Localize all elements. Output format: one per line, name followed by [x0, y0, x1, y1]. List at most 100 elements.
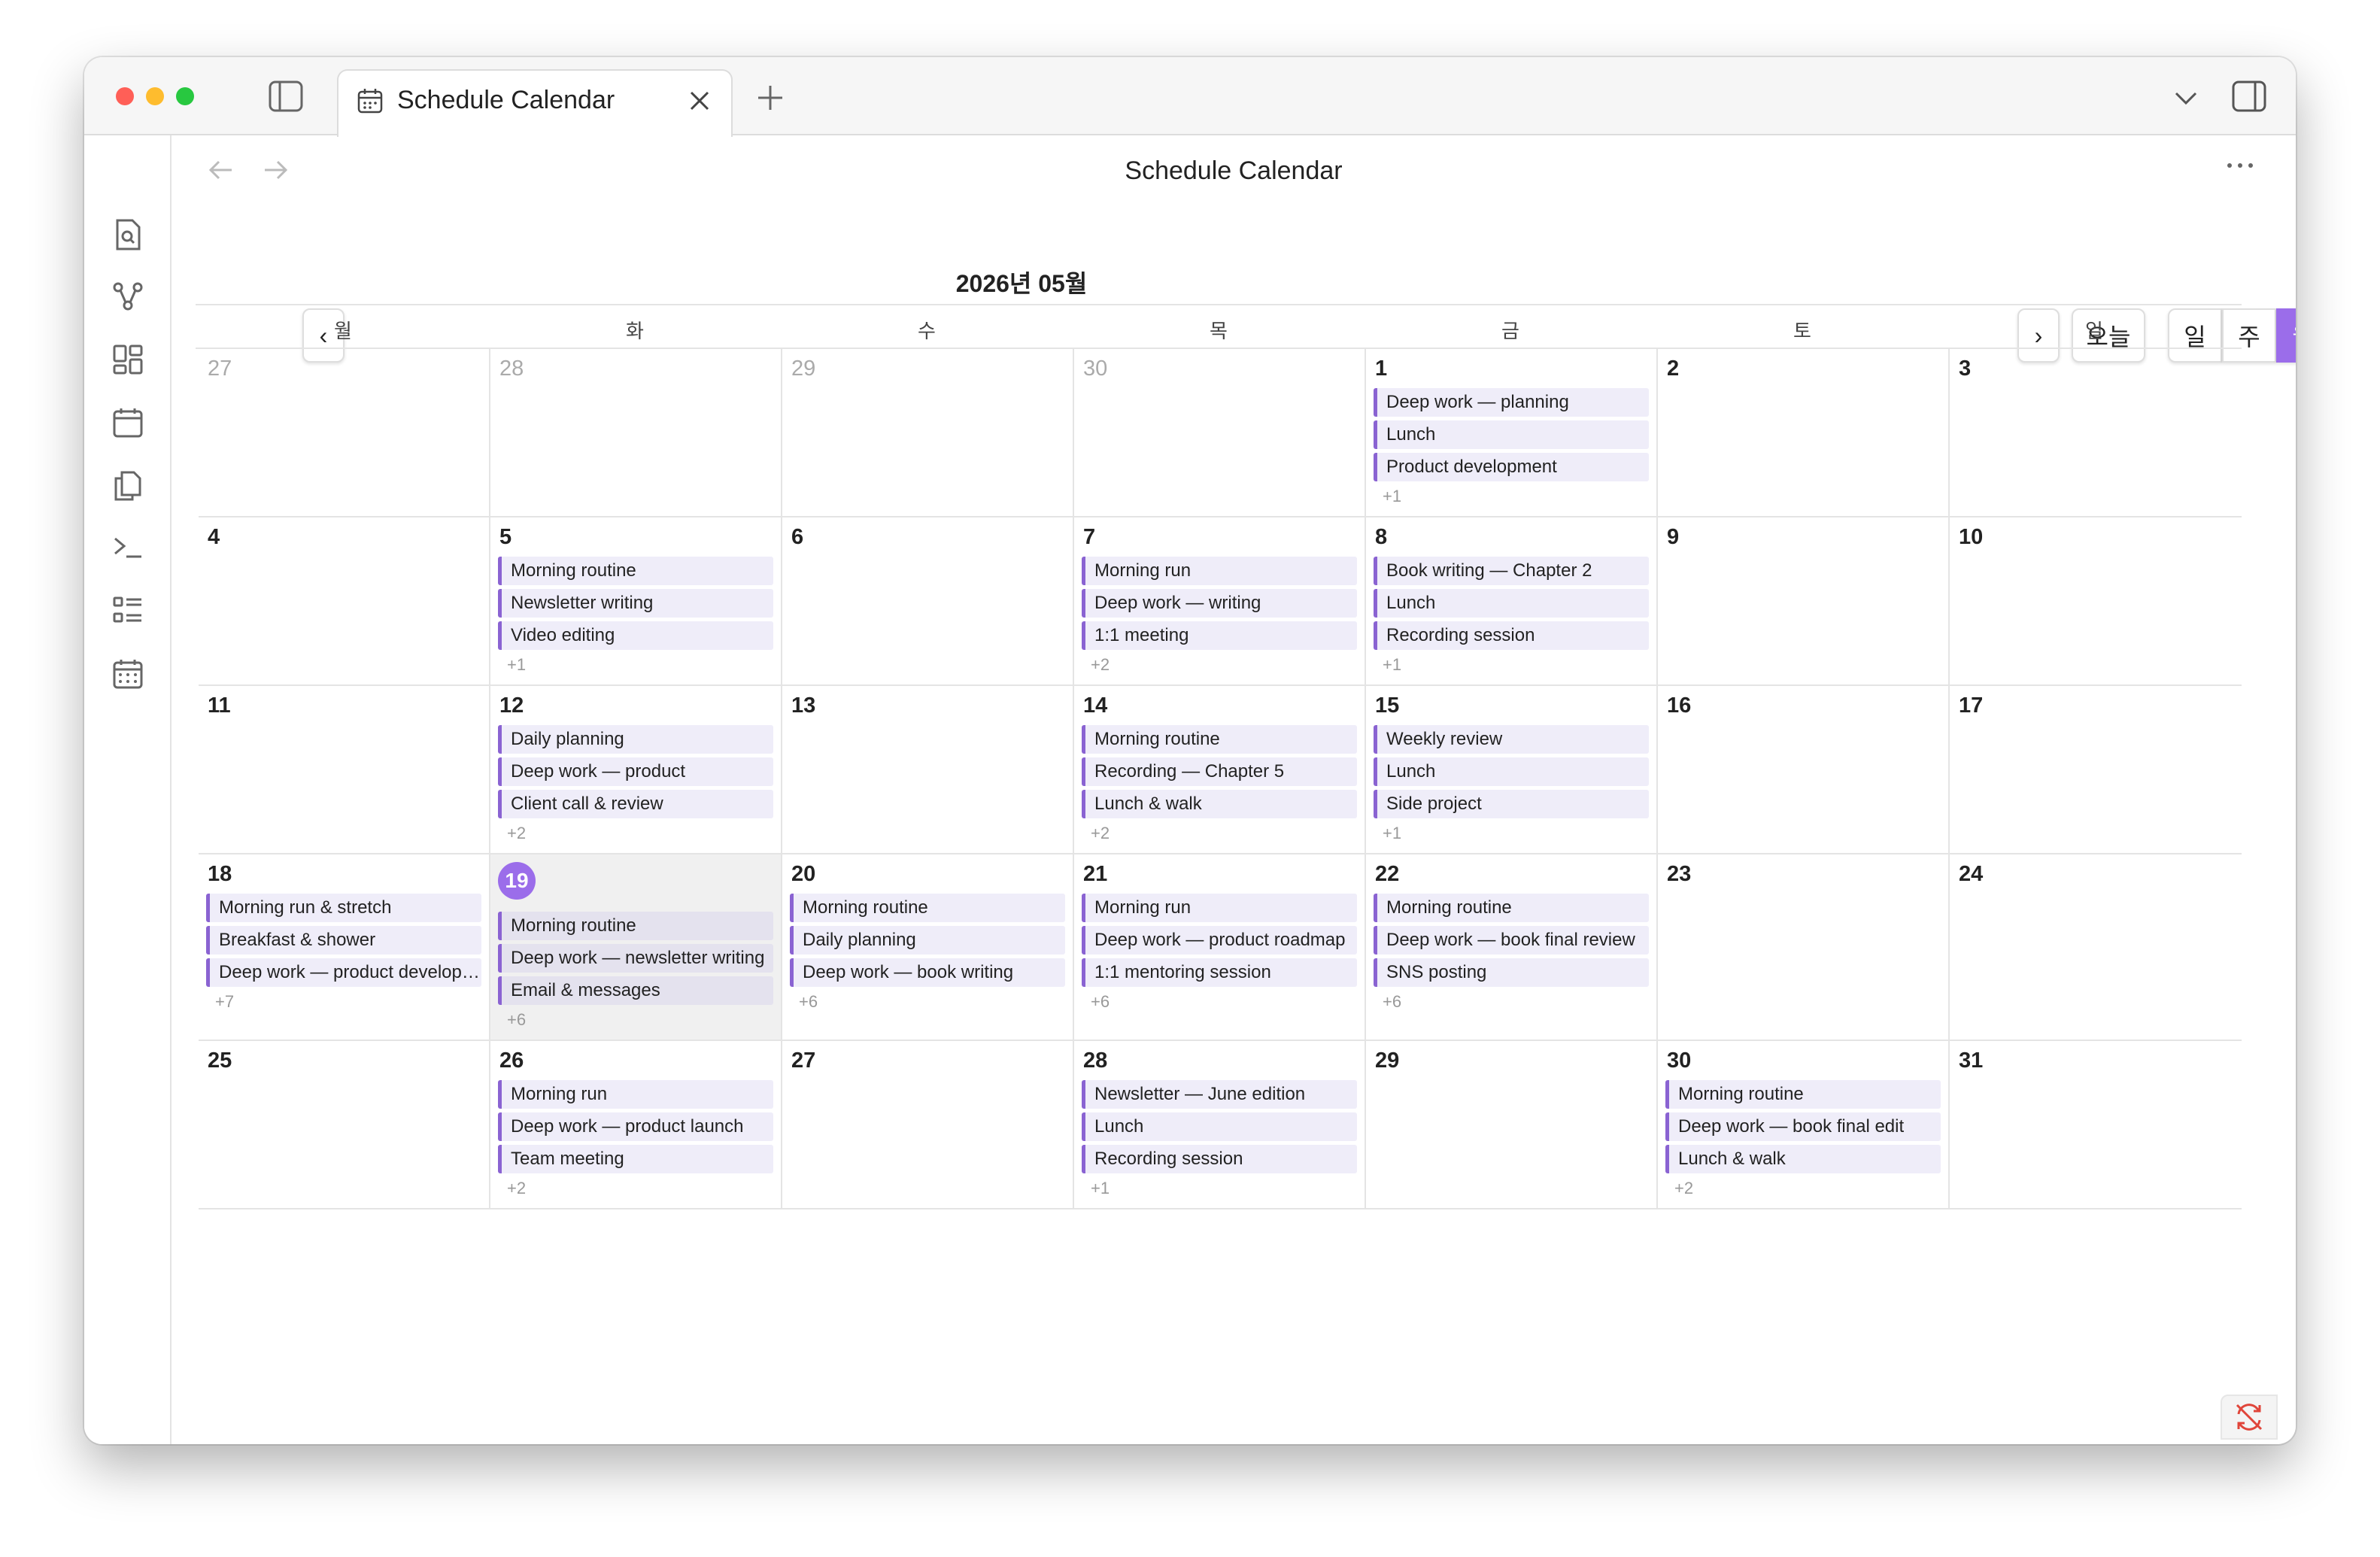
event-chip[interactable]: Morning routine [498, 557, 773, 585]
right-sidebar-toggle-icon[interactable] [2231, 80, 2267, 113]
event-chip[interactable]: Morning routine [1082, 725, 1357, 754]
more-events-link[interactable]: +2 [507, 824, 526, 843]
more-events-link[interactable]: +6 [507, 1010, 526, 1030]
event-chip[interactable]: Product development [1374, 453, 1649, 481]
event-chip[interactable]: Morning run [498, 1080, 773, 1109]
event-chip[interactable]: Morning routine [790, 894, 1065, 922]
more-events-link[interactable]: +2 [507, 1179, 526, 1198]
event-chip[interactable]: Morning run [1082, 557, 1357, 585]
event-chip[interactable]: Lunch [1374, 589, 1649, 618]
terminal-icon[interactable] [111, 531, 144, 564]
chevron-down-icon[interactable] [2172, 87, 2199, 108]
day-cell[interactable]: 25 [199, 1041, 490, 1209]
event-chip[interactable]: Side project [1374, 790, 1649, 818]
list-icon[interactable] [111, 594, 144, 627]
event-chip[interactable]: Morning routine [498, 912, 773, 940]
event-chip[interactable]: Recording session [1082, 1145, 1357, 1173]
more-events-link[interactable]: +1 [1383, 824, 1401, 843]
event-chip[interactable]: Newsletter writing [498, 589, 773, 618]
more-events-link[interactable]: +2 [1091, 824, 1110, 843]
event-chip[interactable]: Lunch & walk [1665, 1145, 1941, 1173]
day-cell[interactable]: 29 [1366, 1041, 1658, 1209]
sidebar-toggle-icon[interactable] [268, 80, 304, 113]
day-cell[interactable]: 12 Daily planning Deep work — product Clien… [490, 686, 782, 854]
more-events-link[interactable]: +6 [1091, 992, 1110, 1012]
event-chip[interactable]: Deep work — planning [1374, 388, 1649, 417]
zoom-window-button[interactable] [176, 87, 194, 105]
day-cell[interactable]: 20 Morning routine Daily planning Deep work… [782, 854, 1074, 1041]
day-cell[interactable]: 13 [782, 686, 1074, 854]
event-chip[interactable]: Daily planning [498, 725, 773, 754]
event-chip[interactable]: Morning routine [1374, 894, 1649, 922]
day-cell[interactable]: 15 Weekly review Lunch Side project +1 [1366, 686, 1658, 854]
event-chip[interactable]: Newsletter — June edition [1082, 1080, 1357, 1109]
event-chip[interactable]: Deep work — newsletter writing [498, 944, 773, 973]
day-cell[interactable]: 28 [490, 349, 782, 517]
day-cell[interactable]: 24 [1950, 854, 2242, 1041]
day-cell[interactable]: 3 [1950, 349, 2242, 517]
more-events-link[interactable]: +7 [215, 992, 234, 1012]
event-chip[interactable]: Deep work — product roadmap [1082, 926, 1357, 955]
day-cell[interactable]: 31 [1950, 1041, 2242, 1209]
day-cell[interactable]: 28 Newsletter — June edition Lunch Recordin… [1074, 1041, 1366, 1209]
day-cell[interactable]: 17 [1950, 686, 2242, 854]
new-tab-icon[interactable] [755, 83, 785, 113]
sync-status-icon[interactable] [2221, 1395, 2278, 1440]
graph-icon[interactable] [111, 280, 144, 313]
event-chip[interactable]: Deep work — book final edit [1665, 1112, 1941, 1141]
event-chip[interactable]: Book writing — Chapter 2 [1374, 557, 1649, 585]
day-cell[interactable]: 1 Deep work — planning Lunch Product develo… [1366, 349, 1658, 517]
more-events-link[interactable]: +2 [1674, 1179, 1693, 1198]
calendar-icon[interactable] [111, 406, 144, 439]
more-events-link[interactable]: +6 [799, 992, 818, 1012]
search-file-icon[interactable] [111, 218, 144, 251]
minimize-window-button[interactable] [146, 87, 164, 105]
event-chip[interactable]: 1:1 mentoring session [1082, 958, 1357, 987]
day-cell[interactable]: 7 Morning run Deep work — writing 1:1 meeti… [1074, 517, 1366, 686]
more-events-link[interactable]: +1 [1383, 655, 1401, 675]
view-month-button[interactable]: 월 [2276, 308, 2296, 363]
day-cell[interactable]: 6 [782, 517, 1074, 686]
calendar-grid-icon[interactable] [111, 657, 144, 690]
day-cell[interactable]: 21 Morning run Deep work — product roadmap… [1074, 854, 1366, 1041]
day-cell[interactable]: 30 Morning routine Deep work — book final … [1658, 1041, 1950, 1209]
event-chip[interactable]: Deep work — book writing [790, 958, 1065, 987]
day-cell[interactable]: 22 Morning routine Deep work — book final … [1366, 854, 1658, 1041]
more-events-link[interactable]: +6 [1383, 992, 1401, 1012]
event-chip[interactable]: Deep work — product [498, 757, 773, 786]
more-events-link[interactable]: +1 [507, 655, 526, 675]
day-cell[interactable]: 23 [1658, 854, 1950, 1041]
event-chip[interactable]: Morning run & stretch [206, 894, 481, 922]
event-chip[interactable]: Team meeting [498, 1145, 773, 1173]
day-cell[interactable]: 5 Morning routine Newsletter writing Video … [490, 517, 782, 686]
event-chip[interactable]: Recording — Chapter 5 [1082, 757, 1357, 786]
more-events-link[interactable]: +1 [1091, 1179, 1110, 1198]
day-cell[interactable]: 27 [199, 349, 490, 517]
event-chip[interactable]: Daily planning [790, 926, 1065, 955]
event-chip[interactable]: Lunch [1082, 1112, 1357, 1141]
event-chip[interactable]: Breakfast & shower [206, 926, 481, 955]
day-cell[interactable]: 2 [1658, 349, 1950, 517]
day-cell[interactable]: 29 [782, 349, 1074, 517]
event-chip[interactable]: Weekly review [1374, 725, 1649, 754]
event-chip[interactable]: Email & messages [498, 976, 773, 1005]
event-chip[interactable]: Deep work — product development [206, 958, 481, 987]
more-options-icon[interactable] [2225, 158, 2255, 177]
tab-schedule-calendar[interactable]: Schedule Calendar [337, 69, 733, 137]
day-cell[interactable]: 16 [1658, 686, 1950, 854]
event-chip[interactable]: Client call & review [498, 790, 773, 818]
day-cell[interactable]: 10 [1950, 517, 2242, 686]
day-cell[interactable]: 14 Morning routine Recording — Chapter 5 Lu… [1074, 686, 1366, 854]
event-chip[interactable]: Deep work — product launch [498, 1112, 773, 1141]
day-cell[interactable]: 11 [199, 686, 490, 854]
day-cell[interactable]: 9 [1658, 517, 1950, 686]
event-chip[interactable]: 1:1 meeting [1082, 621, 1357, 650]
event-chip[interactable]: Morning run [1082, 894, 1357, 922]
day-cell[interactable]: 8 Book writing — Chapter 2 Lunch Recording … [1366, 517, 1658, 686]
day-cell[interactable]: 30 [1074, 349, 1366, 517]
more-events-link[interactable]: +1 [1383, 487, 1401, 506]
event-chip[interactable]: Lunch & walk [1082, 790, 1357, 818]
event-chip[interactable]: Lunch [1374, 420, 1649, 449]
dashboard-icon[interactable] [111, 343, 144, 376]
close-window-button[interactable] [116, 87, 134, 105]
